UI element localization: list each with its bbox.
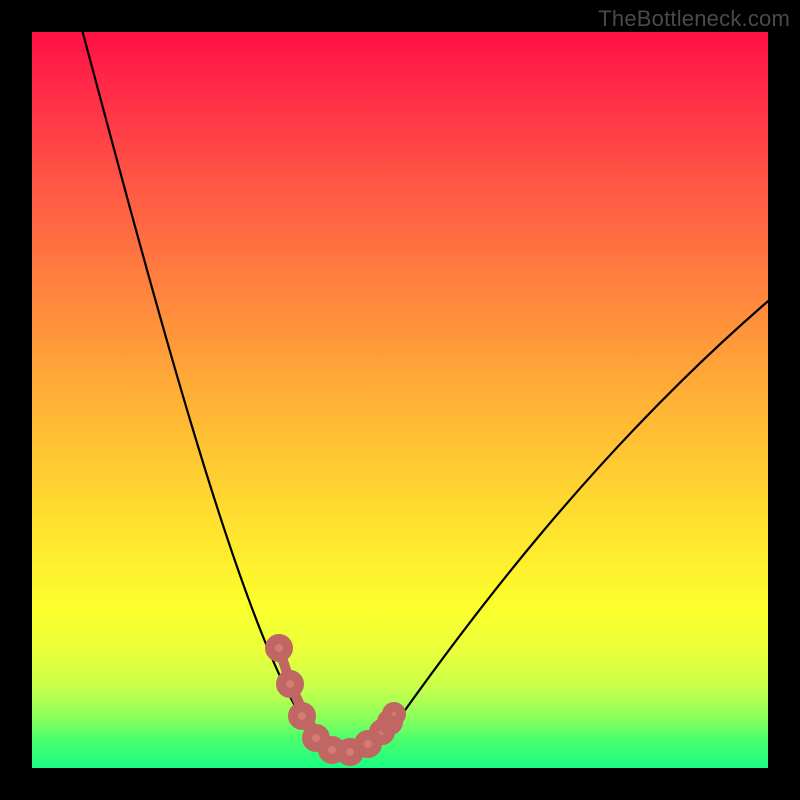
marker-chain (270, 639, 401, 761)
watermark-text: TheBottleneck.com (598, 6, 790, 32)
bottleneck-curve (80, 32, 768, 759)
chart-frame: TheBottleneck.com (0, 0, 800, 800)
curve-layer (32, 32, 768, 768)
plot-area (32, 32, 768, 768)
